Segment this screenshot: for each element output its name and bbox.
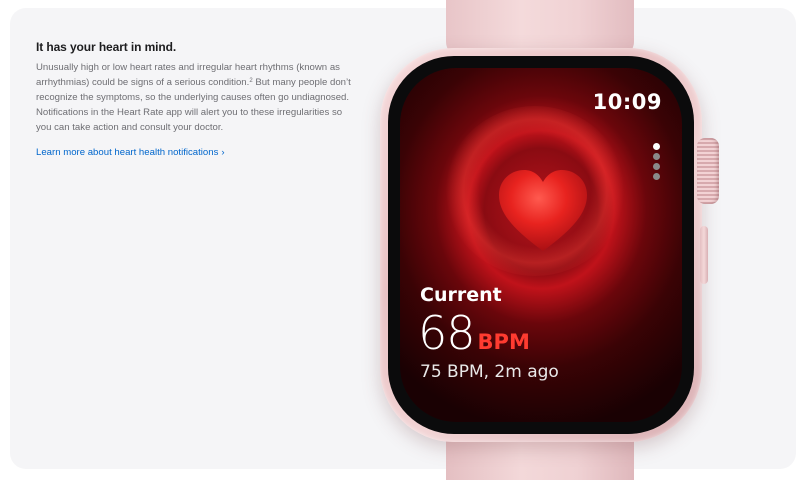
learn-more-label: Learn more about heart health notificati…: [36, 147, 219, 158]
bpm-value: 68: [418, 306, 476, 360]
page-dot: [653, 153, 660, 160]
heart-rate-reading: 68 BPM: [418, 306, 530, 360]
current-label: Current: [420, 284, 502, 306]
watch-screen: 10:09 Current 68 BPM 75 BPM, 2m ago: [400, 68, 682, 422]
feature-description: Unusually high or low heart rates and ir…: [36, 60, 356, 135]
digital-crown: [697, 138, 719, 204]
watch-case: 10:09 Current 68 BPM 75 BPM, 2m ago: [380, 48, 702, 442]
chevron-right-icon: ›: [221, 147, 225, 158]
heart-icon: [499, 170, 587, 251]
previous-reading: 75 BPM, 2m ago: [420, 362, 559, 382]
watch-bezel: 10:09 Current 68 BPM 75 BPM, 2m ago: [388, 56, 694, 434]
page-dot: [653, 163, 660, 170]
learn-more-link[interactable]: Learn more about heart health notificati…: [36, 147, 225, 158]
page-indicator: [653, 143, 660, 183]
page-dot-active: [653, 143, 660, 150]
bpm-unit: BPM: [477, 330, 530, 354]
watch-time: 10:09: [592, 90, 662, 114]
feature-copy: It has your heart in mind. Unusually hig…: [36, 40, 356, 160]
feature-headline: It has your heart in mind.: [36, 40, 177, 54]
page-dot: [653, 173, 660, 180]
footnote-marker[interactable]: 2: [249, 78, 252, 84]
side-button: [700, 226, 708, 284]
